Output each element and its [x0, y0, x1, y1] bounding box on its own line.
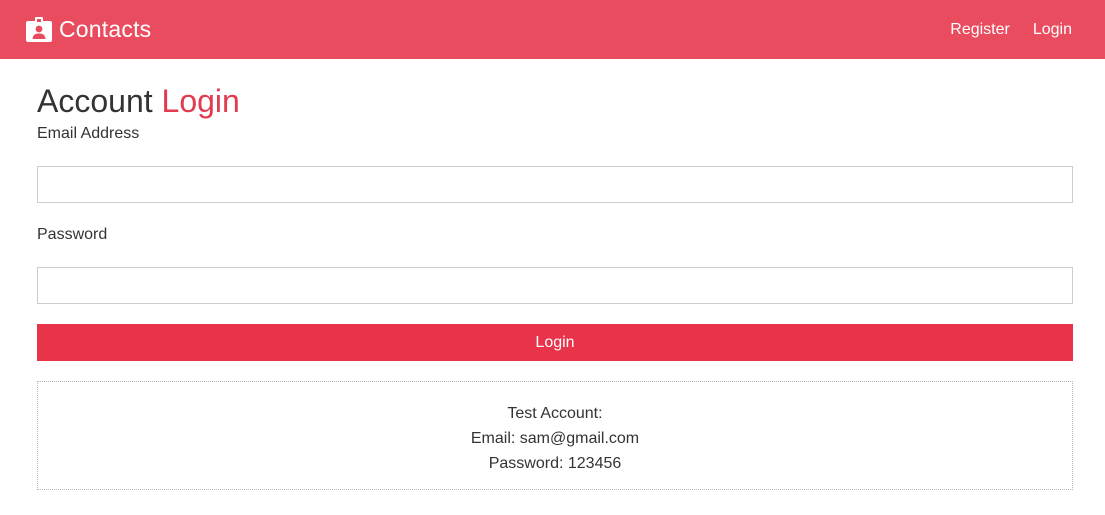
brand-link[interactable]: Contacts: [25, 16, 152, 43]
test-account-heading: Test Account:: [507, 405, 603, 422]
login-button[interactable]: Login: [37, 324, 1073, 361]
main-content: Account Login Email Address Password Log…: [37, 59, 1073, 490]
page-title-main: Account: [37, 83, 153, 119]
nav-links: Register Login: [927, 21, 1072, 39]
test-account-box: Test Account: Email: sam@gmail.com Passw…: [37, 381, 1073, 490]
brand-title: Contacts: [59, 16, 152, 42]
navbar: Contacts Register Login: [0, 0, 1105, 59]
test-account-password: Password: 123456: [488, 455, 622, 472]
test-account-email: Email: sam@gmail.com: [470, 430, 640, 447]
email-label: Email Address: [37, 125, 140, 142]
login-form: Email Address Password Login: [37, 124, 1073, 361]
nav-login-link[interactable]: Login: [1033, 21, 1072, 39]
password-label: Password: [37, 226, 108, 243]
page-title: Account Login: [37, 83, 1073, 119]
id-badge-icon: [25, 16, 53, 43]
nav-register-link[interactable]: Register: [950, 21, 1010, 39]
password-field[interactable]: [37, 267, 1073, 304]
email-field[interactable]: [37, 166, 1073, 203]
page-title-accent: Login: [161, 83, 240, 119]
